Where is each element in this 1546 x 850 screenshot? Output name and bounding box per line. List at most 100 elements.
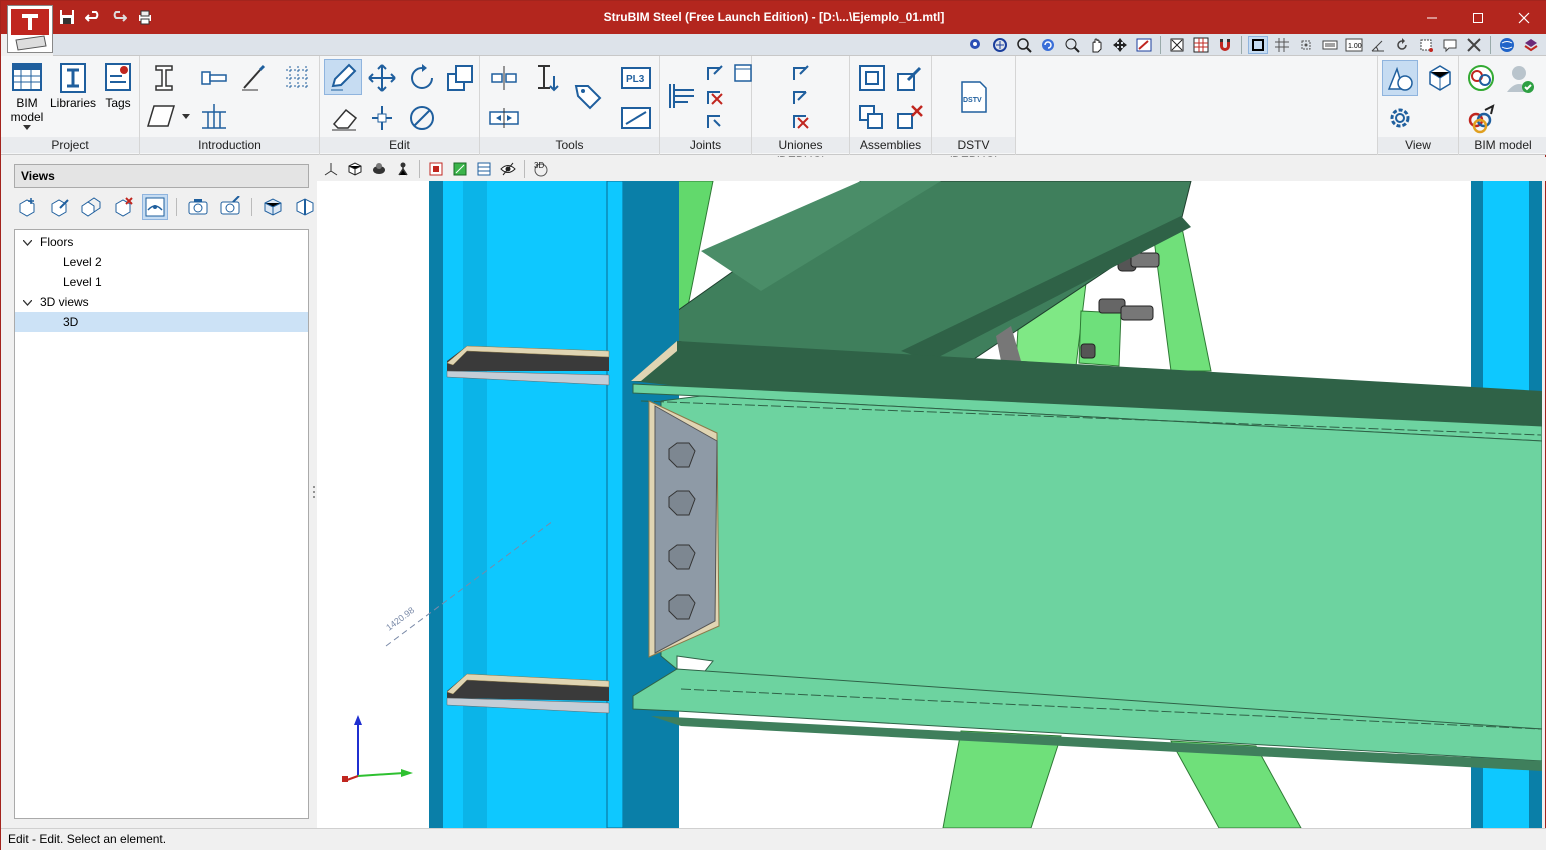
- tree-node-3d-views[interactable]: 3D views: [23, 292, 308, 312]
- weld-icon[interactable]: [238, 62, 270, 94]
- delete-view-icon[interactable]: [110, 194, 136, 220]
- edit-pencil-icon[interactable]: [324, 59, 362, 95]
- tag-icon[interactable]: [572, 80, 604, 112]
- angle-icon[interactable]: [1368, 36, 1388, 54]
- rotate-3d-icon[interactable]: [406, 102, 438, 134]
- ribbon-group-dstv: DSTV DSTV (DEBUG): [932, 56, 1016, 168]
- stretch-icon[interactable]: [366, 102, 398, 134]
- dimension-icon[interactable]: [530, 62, 562, 94]
- eraser-icon[interactable]: [328, 102, 360, 134]
- 3d-box-icon[interactable]: [1424, 62, 1456, 94]
- new-view-icon[interactable]: [14, 194, 40, 220]
- plate-icon[interactable]: [146, 100, 178, 132]
- anchor-plate-icon[interactable]: [198, 100, 230, 132]
- visibility-icon[interactable]: [1382, 60, 1418, 96]
- assembly-add-icon[interactable]: [856, 102, 888, 134]
- axes-icon[interactable]: [321, 160, 341, 178]
- section-box-icon[interactable]: [292, 194, 318, 220]
- dstv-icon[interactable]: DSTV: [958, 80, 990, 116]
- zoom-icon[interactable]: [1062, 36, 1082, 54]
- tags-label: Tags: [105, 96, 131, 110]
- assembly-edit-icon[interactable]: [894, 62, 926, 94]
- eye-icon[interactable]: [498, 160, 518, 178]
- assembly-delete-icon[interactable]: [894, 102, 926, 134]
- comment-icon[interactable]: [1440, 36, 1460, 54]
- 3d-model-scene[interactable]: 1420.98: [317, 181, 1542, 828]
- pl3-icon[interactable]: PL3: [620, 62, 652, 94]
- snap-points-icon[interactable]: [1296, 36, 1316, 54]
- split-icon[interactable]: [488, 102, 520, 134]
- chevron-down-icon[interactable]: [23, 299, 32, 306]
- gear-icon[interactable]: [1384, 102, 1416, 134]
- bolt-icon[interactable]: [198, 62, 230, 94]
- orbit-icon[interactable]: [1110, 36, 1130, 54]
- refresh-view-icon[interactable]: [1038, 36, 1058, 54]
- render-mode-icon[interactable]: [1167, 36, 1187, 54]
- magnet-icon[interactable]: [1215, 36, 1235, 54]
- panel-splitter[interactable]: [312, 485, 316, 499]
- rotate-icon[interactable]: [1392, 36, 1412, 54]
- grid-dots-icon[interactable]: [282, 62, 314, 94]
- joint-icon[interactable]: [666, 80, 698, 112]
- 3d-mode-icon[interactable]: 3D: [531, 160, 551, 178]
- view-window-icon[interactable]: [1134, 36, 1154, 54]
- keyboard-icon[interactable]: [1320, 36, 1340, 54]
- zoom-extents-icon[interactable]: [966, 36, 986, 54]
- cube-view-icon[interactable]: [345, 160, 365, 178]
- copy-view-icon[interactable]: [78, 194, 104, 220]
- plate-dropdown-arrow-icon[interactable]: [182, 114, 190, 119]
- chevron-down-icon[interactable]: [23, 239, 32, 246]
- copy-icon[interactable]: [444, 62, 476, 94]
- layer-blue-icon[interactable]: [474, 160, 494, 178]
- 3d-viewport[interactable]: 1420.98: [317, 181, 1542, 828]
- section-icon[interactable]: [620, 102, 652, 134]
- pan-icon[interactable]: [1086, 36, 1106, 54]
- column-icon[interactable]: [148, 62, 180, 94]
- grid-red-icon[interactable]: [1191, 36, 1211, 54]
- layer-green-icon[interactable]: [450, 160, 470, 178]
- bim-sync-icon[interactable]: [1465, 62, 1497, 94]
- bim-share-icon[interactable]: [1465, 102, 1497, 134]
- union-edit-icon[interactable]: [790, 86, 812, 108]
- tree-node-level-2[interactable]: Level 2: [63, 252, 102, 272]
- union-add-icon[interactable]: [790, 62, 812, 84]
- scale-icon[interactable]: 1.00: [1344, 36, 1364, 54]
- joint-add-icon[interactable]: [704, 62, 726, 84]
- brace-bottom-left[interactable]: [942, 730, 1062, 828]
- align-icon[interactable]: [488, 62, 520, 94]
- walk-view-icon[interactable]: [393, 160, 413, 178]
- layer-red-icon[interactable]: [426, 160, 446, 178]
- edit-view-icon[interactable]: [46, 194, 72, 220]
- libraries-button[interactable]: Libraries: [49, 60, 97, 110]
- frame-view-icon[interactable]: [1248, 36, 1268, 54]
- close-button[interactable]: [1501, 1, 1546, 34]
- user-check-icon[interactable]: [1503, 62, 1535, 94]
- union-delete-icon[interactable]: [790, 110, 812, 132]
- view-box-icon[interactable]: [260, 194, 286, 220]
- settings-book-icon[interactable]: [1521, 36, 1541, 54]
- move-icon[interactable]: [366, 62, 398, 94]
- globe-icon[interactable]: [1497, 36, 1517, 54]
- tools-icon[interactable]: [1464, 36, 1484, 54]
- bim-model-button[interactable]: BIM model: [7, 60, 47, 130]
- app-logo[interactable]: [7, 5, 53, 53]
- zoom-all-icon[interactable]: [1014, 36, 1034, 54]
- minimize-button[interactable]: [1409, 1, 1455, 34]
- tags-button[interactable]: Tags: [99, 60, 137, 110]
- grid-icon[interactable]: [1272, 36, 1292, 54]
- tree-node-floors[interactable]: Floors: [23, 232, 308, 252]
- maximize-button[interactable]: [1455, 1, 1501, 34]
- view-visibility-icon[interactable]: [142, 194, 168, 220]
- tree-node-3d[interactable]: 3D: [15, 312, 308, 332]
- rotate-tool-icon[interactable]: [406, 62, 438, 94]
- layers-icon[interactable]: [1416, 36, 1436, 54]
- joint-window-icon[interactable]: [732, 62, 754, 84]
- tree-node-level-1[interactable]: Level 1: [63, 272, 102, 292]
- camera-icon[interactable]: [185, 194, 211, 220]
- joint-delete-icon[interactable]: [704, 86, 726, 108]
- assembly-create-icon[interactable]: [856, 62, 888, 94]
- joint-edit-icon[interactable]: [704, 110, 726, 132]
- shaded-view-icon[interactable]: [369, 160, 389, 178]
- camera-edit-icon[interactable]: [217, 194, 243, 220]
- zoom-window-icon[interactable]: [990, 36, 1010, 54]
